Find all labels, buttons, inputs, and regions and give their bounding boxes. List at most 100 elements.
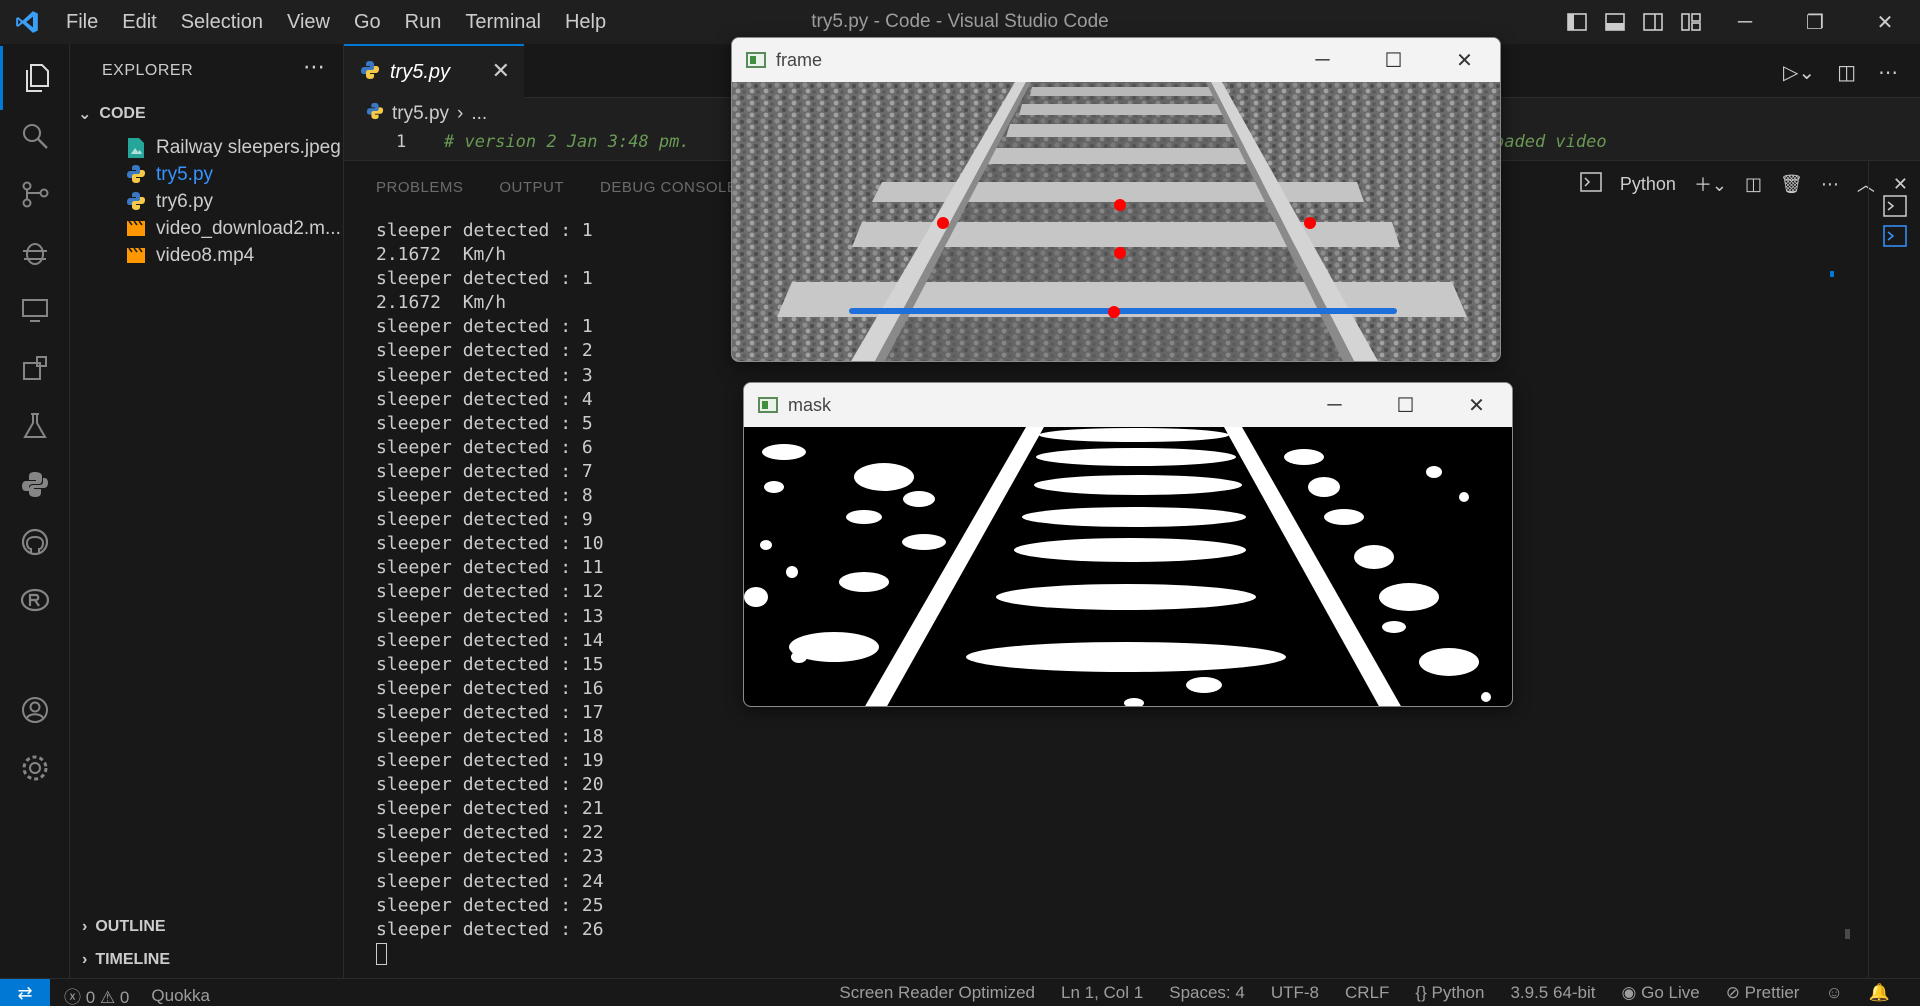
menu-terminal[interactable]: Terminal [453, 11, 553, 34]
python-file-icon [126, 164, 146, 186]
encoding[interactable]: UTF-8 [1271, 983, 1319, 1003]
github-icon[interactable] [0, 510, 70, 574]
trash-icon[interactable]: 🗑 [1780, 174, 1803, 195]
python-interpreter[interactable]: 3.9.5 64-bit [1510, 983, 1595, 1003]
terminal-line: 2.1672 Km/h [376, 292, 507, 314]
tab-problems[interactable]: PROBLEMS [376, 179, 463, 196]
remote-explorer-icon[interactable] [0, 278, 70, 342]
more-actions-icon[interactable]: ⋯ [303, 54, 325, 80]
screen-reader-status[interactable]: Screen Reader Optimized [839, 983, 1035, 1003]
terminal-instance-icon[interactable] [1883, 195, 1907, 219]
terminal-line: sleeper detected : 7 [376, 460, 593, 482]
terminal-line: sleeper detected : 13 [376, 605, 604, 627]
explorer-header: EXPLORER [102, 62, 194, 79]
mask-frame [744, 427, 1512, 706]
menu-selection[interactable]: Selection [169, 11, 275, 34]
terminal-line: sleeper detected : 20 [376, 774, 604, 796]
chevron-right-icon: › [82, 951, 88, 968]
terminal-line: sleeper detected : 3 [376, 364, 593, 386]
search-icon[interactable] [0, 104, 70, 168]
menu-view[interactable]: View [275, 11, 342, 34]
mask-window-titlebar[interactable]: mask ─ ☐ ✕ [744, 383, 1512, 427]
toggle-secondary-sidebar-icon[interactable] [1634, 0, 1672, 44]
terminal-output[interactable]: sleeper detected : 1 2.1672 Km/h sleeper d… [376, 219, 604, 966]
code-comment: # version 2 Jan 3:48 pm. [444, 132, 690, 152]
breadcrumb-symbols[interactable]: ... [471, 103, 487, 125]
tab-debug-console[interactable]: DEBUG CONSOLE [600, 179, 737, 196]
quokka-status[interactable]: Quokka [151, 986, 210, 1006]
prettier[interactable]: ⊘ Prettier [1726, 983, 1800, 1003]
terminal-cursor [376, 942, 604, 966]
menu-go[interactable]: Go [342, 11, 393, 34]
file-item[interactable]: video8.mp4 [126, 240, 254, 272]
terminal-instance-active-icon[interactable] [1883, 225, 1907, 249]
terminal-line: sleeper detected : 6 [376, 436, 593, 458]
split-editor-icon[interactable]: ◫ [1837, 60, 1856, 85]
terminal-line: sleeper detected : 5 [376, 412, 593, 434]
problems-status[interactable]: ⓧ 0 ⚠ 0 [64, 983, 129, 1006]
python-icon[interactable] [0, 452, 70, 516]
terminal-line: sleeper detected : 18 [376, 725, 604, 747]
menu-run[interactable]: Run [393, 11, 454, 34]
breadcrumb-file[interactable]: try5.py [392, 103, 449, 125]
testing-icon[interactable] [0, 394, 70, 458]
file-name: Railway sleepers.jpeg [156, 137, 341, 158]
remote-repositories-icon[interactable] [0, 568, 70, 632]
file-name: video_download2.m... [156, 218, 341, 239]
frame-window-title: frame [776, 49, 823, 70]
detection-point [1304, 217, 1316, 229]
toggle-panel-icon[interactable] [1596, 0, 1634, 44]
run-python-icon[interactable]: ▷⌄ [1783, 60, 1815, 85]
terminal-line: sleeper detected : 22 [376, 822, 604, 844]
menu-file[interactable]: File [54, 11, 110, 34]
new-terminal-icon[interactable]: ＋⌄ [1694, 171, 1727, 197]
minimize-button[interactable]: ─ [1299, 383, 1370, 427]
restore-button[interactable]: ❐ [1780, 0, 1850, 44]
minimize-button[interactable]: ─ [1287, 38, 1358, 82]
menu-help[interactable]: Help [553, 11, 618, 34]
tab-try5[interactable]: try5.py ✕ [344, 44, 524, 98]
cursor-position[interactable]: Ln 1, Col 1 [1061, 983, 1143, 1003]
minimize-button[interactable]: ─ [1710, 0, 1780, 44]
close-button[interactable]: ✕ [1850, 0, 1920, 44]
language-mode[interactable]: {} Python [1415, 983, 1484, 1003]
timeline-section[interactable]: › TIMELINE [82, 951, 170, 969]
folder-section-code[interactable]: ⌄ CODE [78, 104, 146, 124]
video-file-icon [126, 218, 146, 240]
toggle-primary-sidebar-icon[interactable] [1558, 0, 1596, 44]
code-comment-tail: oaded video [1494, 132, 1607, 152]
extensions-icon[interactable] [0, 336, 70, 400]
close-tab-icon[interactable]: ✕ [492, 58, 510, 84]
notifications-bell-icon[interactable]: 🔔 [1869, 983, 1890, 1003]
terminal-line: sleeper detected : 1 [376, 268, 593, 290]
source-control-icon[interactable] [0, 162, 70, 226]
explorer-icon[interactable] [0, 46, 70, 110]
terminal-name[interactable]: Python [1620, 174, 1676, 195]
close-button[interactable]: ✕ [1441, 383, 1512, 427]
more-actions-icon[interactable]: ⋯ [1878, 60, 1898, 85]
scrollbar-marker[interactable] [1845, 929, 1850, 939]
detection-point [1108, 306, 1120, 318]
more-actions-icon[interactable]: ⋯ [1821, 174, 1839, 195]
detection-point [1114, 199, 1126, 211]
outline-section[interactable]: › OUTLINE [82, 918, 166, 936]
line-ending[interactable]: CRLF [1345, 983, 1389, 1003]
feedback-icon[interactable]: ☺ [1825, 983, 1842, 1003]
frame-window[interactable]: frame ─ ☐ ✕ [731, 37, 1501, 362]
maximize-button[interactable]: ☐ [1358, 38, 1429, 82]
indentation[interactable]: Spaces: 4 [1169, 983, 1245, 1003]
accounts-icon[interactable] [0, 678, 70, 742]
split-terminal-icon[interactable]: ◫ [1745, 174, 1762, 195]
run-debug-icon[interactable] [0, 220, 70, 284]
mask-window[interactable]: mask ─ ☐ ✕ [743, 382, 1513, 707]
maximize-button[interactable]: ☐ [1370, 383, 1441, 427]
close-button[interactable]: ✕ [1429, 38, 1500, 82]
customize-layout-icon[interactable] [1672, 0, 1710, 44]
terminal-line: sleeper detected : 2 [376, 340, 593, 362]
go-live[interactable]: ◉ Go Live [1622, 983, 1700, 1003]
manage-gear-icon[interactable] [0, 736, 70, 800]
frame-window-titlebar[interactable]: frame ─ ☐ ✕ [732, 38, 1500, 82]
menu-edit[interactable]: Edit [110, 11, 168, 34]
tab-output[interactable]: OUTPUT [499, 179, 564, 196]
remote-indicator-icon[interactable]: ⇄ [0, 979, 50, 1006]
